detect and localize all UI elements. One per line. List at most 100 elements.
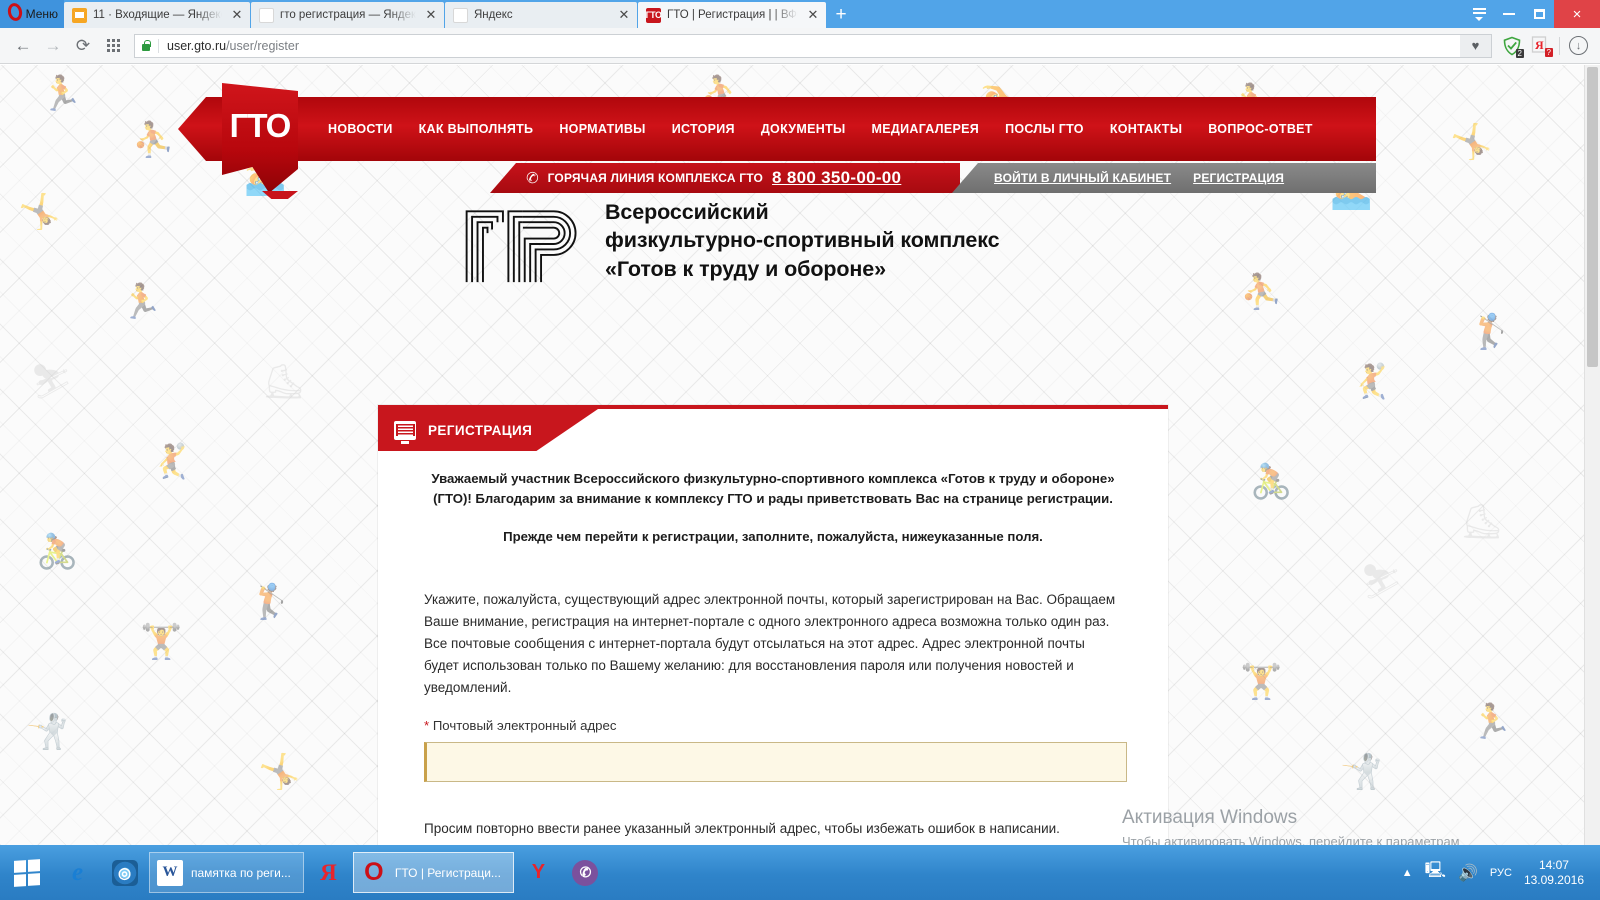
registration-panel: РЕГИСТРАЦИЯ Уважаемый участник Всероссий…	[378, 405, 1168, 845]
site-header: НОВОСТИ КАК ВЫПОЛНЯТЬ НОРМАТИВЫ ИСТОРИЯ …	[0, 79, 1600, 199]
volume-icon[interactable]: 🔊	[1458, 863, 1478, 883]
address-input[interactable]: user.gto.ru/user/register	[134, 33, 1461, 58]
language-indicator[interactable]: РУС	[1490, 867, 1512, 879]
bookmark-heart-icon[interactable]: ♥	[1460, 33, 1492, 58]
panel-ribbon: РЕГИСТРАЦИЯ	[378, 409, 598, 451]
network-icon[interactable]: 🖳	[1425, 859, 1446, 886]
phone-icon: ✆	[524, 168, 541, 189]
taskbar-item-opera[interactable]: O ГТО | Регистраци...	[352, 852, 514, 893]
opera-menu-label: Меню	[25, 7, 58, 21]
browser-tab-4[interactable]: ГТО ГТО | Регистрация | | ВФСК ГТО ✕	[638, 2, 826, 28]
opera-menu-button[interactable]: Меню	[0, 0, 64, 28]
browser-tabstrip: Меню 11 · Входящие — Яндекс.Почта ✕ Я гт…	[0, 0, 1600, 28]
hotline-bar: ✆ ГОРЯЧАЯ ЛИНИЯ КОМПЛЕКСА ГТО 8 800 350-…	[490, 163, 960, 193]
screen: Меню 11 · Входящие — Яндекс.Почта ✕ Я гт…	[0, 0, 1600, 900]
taskbar-clock[interactable]: 14:07 13.09.2016	[1524, 858, 1590, 888]
hotline-label: ГОРЯЧАЯ ЛИНИЯ КОМПЛЕКСА ГТО	[547, 171, 764, 185]
repeat-description: Просим повторно ввести ранее указанный э…	[424, 820, 1060, 836]
mail-icon	[72, 7, 87, 23]
taskbar-item-viber[interactable]: ✆	[562, 845, 609, 900]
hotline-number[interactable]: 8 800 350-00-00	[772, 168, 901, 188]
email-label-text: Почтовый электронный адрес	[432, 717, 617, 733]
downloads-icon[interactable]: ↓	[1569, 36, 1588, 55]
title-line-3: «Готов к труду и обороне»	[605, 256, 887, 281]
login-link[interactable]: ВОЙТИ В ЛИЧНЫЙ КАБИНЕТ	[994, 171, 1171, 185]
speed-dial-icon[interactable]	[98, 31, 128, 61]
close-button[interactable]: ×	[1554, 0, 1600, 28]
nav-item-ambassadors[interactable]: ПОСЛЫ ГТО	[1005, 122, 1084, 136]
site-title-block: Всероссийский физкультурно-спортивный ко…	[463, 198, 1000, 286]
nav-item-documents[interactable]: ДОКУМЕНТЫ	[761, 122, 846, 136]
email-input[interactable]	[424, 741, 1127, 782]
yandex-icon: Я	[259, 7, 274, 23]
page-viewport: 🏃 ⛹ 🤸 🏃 ⛷ 🤾 🚴 🏋 🤺 🏊 ⛸ 🏌 🤸 🏃 🏊 ⛹ 🤾 🚴 ⛷ 🏋 …	[0, 65, 1600, 845]
yandex-extension-icon[interactable]: Я ?	[1531, 36, 1553, 57]
back-button[interactable]: ←	[8, 31, 38, 61]
title-line-1: Всероссийский	[605, 200, 769, 224]
word-icon: W	[157, 859, 183, 886]
extension-icons: 2 Я ? ↓	[1502, 36, 1588, 58]
register-link[interactable]: РЕГИСТРАЦИЯ	[1193, 171, 1284, 185]
gto-logo-badge[interactable]: ГТО	[222, 83, 298, 193]
tab-title: гто регистрация — Яндекс: наш	[280, 9, 416, 21]
browser-tab-2[interactable]: Я гто регистрация — Яндекс: наш ✕	[251, 2, 444, 28]
show-hidden-icons[interactable]: ▲	[1402, 867, 1413, 879]
page-scrollbar[interactable]	[1584, 65, 1600, 845]
url-separator	[158, 38, 159, 53]
page-title: Всероссийский физкультурно-спортивный ко…	[605, 198, 1000, 283]
scrollbar-thumb[interactable]	[1587, 67, 1598, 367]
nav-item-how-to[interactable]: КАК ВЫПОЛНЯТЬ	[419, 122, 534, 136]
tab-title: Яндекс	[474, 9, 513, 21]
nav-item-standards[interactable]: НОРМАТИВЫ	[559, 122, 645, 136]
windows-start-icon[interactable]	[0, 845, 54, 900]
nav-item-faq[interactable]: ВОПРОС-ОТВЕТ	[1208, 122, 1312, 136]
email-description: Укажите, пожалуйста, существующий адрес …	[424, 592, 1116, 695]
forward-button[interactable]: →	[38, 31, 68, 61]
opera-logo-icon	[6, 1, 24, 23]
clock-date: 13.09.2016	[1523, 872, 1584, 887]
required-marker: *	[424, 717, 430, 733]
taskbar-item-yandex-browser[interactable]: Я	[305, 845, 352, 900]
new-tab-button[interactable]: +	[827, 2, 855, 28]
maximize-button[interactable]	[1524, 0, 1554, 28]
clock-time: 14:07	[1538, 857, 1569, 872]
gto-outline-logo	[465, 210, 577, 283]
toolbar-divider	[1559, 36, 1560, 55]
browser-tab-1[interactable]: 11 · Входящие — Яндекс.Почта ✕	[64, 2, 250, 28]
nav-item-mediagallery[interactable]: МЕДИАГАЛЕРЕЯ	[872, 122, 980, 136]
panel-body: Уважаемый участник Всероссийского физкул…	[378, 451, 1168, 845]
internet-explorer-icon[interactable]: e	[54, 845, 101, 900]
nav-item-news[interactable]: НОВОСТИ	[328, 122, 393, 136]
taskbar-item-label: ГТО | Регистраци...	[394, 865, 501, 880]
title-line-2: физкультурно-спортивный комплекс	[605, 228, 1000, 253]
minimize-button[interactable]	[1494, 0, 1524, 28]
taskbar-item-word[interactable]: W памятка по реги...	[149, 852, 304, 893]
tab-title: ГТО | Регистрация | | ВФСК ГТО	[667, 9, 798, 21]
nav-item-history[interactable]: ИСТОРИЯ	[672, 122, 735, 136]
close-icon[interactable]: ✕	[424, 8, 438, 22]
email-field-label: * Почтовый электронный адрес	[424, 718, 1122, 733]
reload-button[interactable]: ⟳	[68, 31, 98, 61]
close-icon[interactable]: ✕	[230, 8, 244, 22]
registration-icon	[394, 420, 416, 444]
yandex-badge: ?	[1544, 48, 1553, 57]
gto-logo-text: ГТО	[229, 107, 292, 144]
gto-badge-tail	[262, 191, 298, 199]
taskbar-item-yandex[interactable]: Y	[515, 845, 562, 900]
gto-icon: ГТО	[646, 7, 661, 23]
close-icon[interactable]: ✕	[617, 8, 631, 22]
site-nav: НОВОСТИ КАК ВЫПОЛНЯТЬ НОРМАТИВЫ ИСТОРИЯ …	[178, 97, 1376, 161]
opera-icon: O	[364, 858, 384, 886]
browser-menu-icon[interactable]	[1464, 0, 1494, 28]
adblock-shield-icon[interactable]: 2	[1502, 36, 1524, 58]
browser-tab-3[interactable]: Я Яндекс ✕	[445, 2, 637, 28]
close-icon[interactable]: ✕	[806, 8, 820, 22]
yandex-icon: Я	[453, 7, 468, 23]
browser-toolbar: ← → ⟳ user.gto.ru/user/register ♥ 2 Я ? …	[0, 28, 1600, 64]
windows-taskbar: e ◎ W памятка по реги... Я O ГТО | Регис…	[0, 845, 1600, 900]
nav-item-contacts[interactable]: КОНТАКТЫ	[1110, 122, 1182, 136]
panel-title: РЕГИСТРАЦИЯ	[428, 422, 533, 438]
url-host: user.gto.ru	[167, 38, 227, 53]
disc-icon[interactable]: ◎	[101, 845, 148, 900]
shield-badge: 2	[1515, 48, 1524, 58]
